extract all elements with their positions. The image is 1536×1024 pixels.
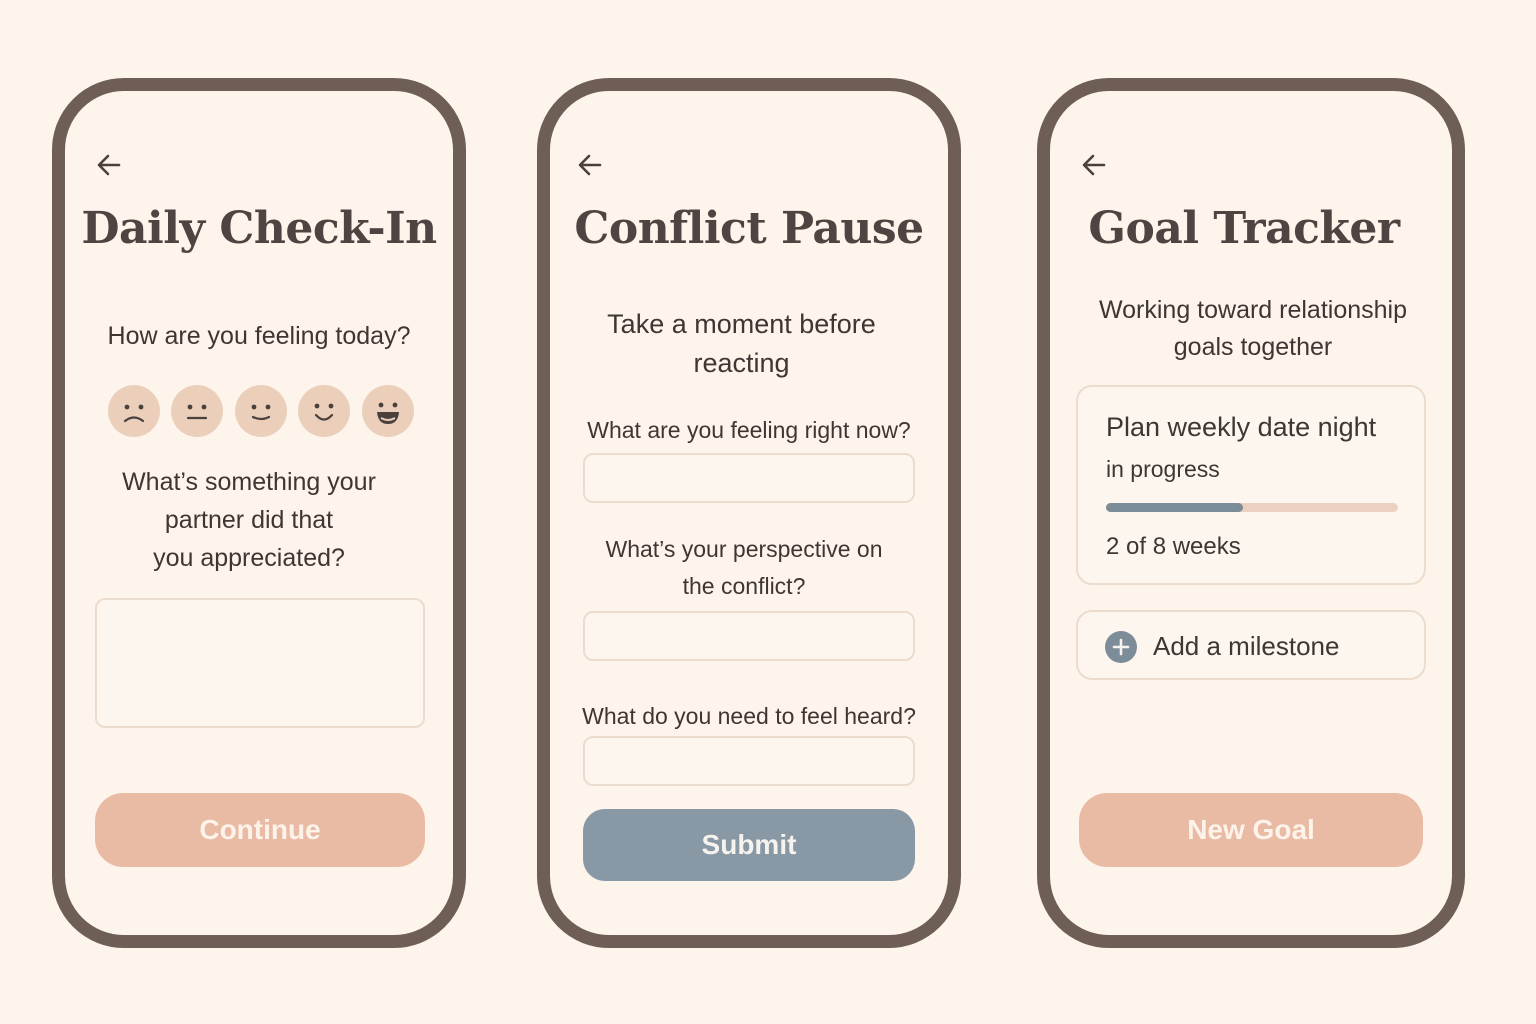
perspective-question-line: the conflict? — [682, 573, 806, 599]
appreciation-question-line: you appreciated? — [153, 544, 345, 572]
goal-status: in progress — [1106, 456, 1220, 482]
phone-goal-tracker: Goal Tracker Working toward relationship… — [1037, 78, 1465, 948]
page-subtitle: Take a moment before reacting — [535, 305, 948, 383]
add-milestone-label: Add a milestone — [1153, 631, 1340, 661]
add-milestone-button[interactable]: Add a milestone — [1076, 610, 1426, 680]
subtitle-line: goals together — [1173, 333, 1333, 361]
page-subtitle: Working toward relationship goals togeth… — [1054, 292, 1452, 366]
progress-fill — [1106, 503, 1244, 512]
need-input[interactable] — [583, 736, 915, 786]
progress-bar — [1106, 503, 1398, 512]
submit-button[interactable]: Submit — [583, 809, 915, 881]
appreciation-textarea[interactable] — [95, 598, 425, 728]
mood-selector — [108, 385, 428, 437]
happy-face-icon[interactable] — [362, 385, 414, 437]
arrow-left-icon[interactable] — [93, 149, 125, 181]
page-title: Goal Tracker — [1088, 203, 1400, 254]
smile-face-icon[interactable] — [298, 385, 350, 437]
appreciation-question-line: partner did that — [164, 506, 334, 534]
continue-button[interactable]: Continue — [95, 793, 425, 867]
appreciation-question: What’s something your partner did that y… — [45, 463, 453, 577]
perspective-question-line: What’s your perspective on — [605, 536, 883, 562]
arrow-left-icon[interactable] — [1078, 149, 1110, 181]
appreciation-question-line: What’s something your — [122, 468, 376, 496]
phone-daily-checkin: Daily Check-In How are you feeling today… — [52, 78, 466, 948]
progress-text: 2 of 8 weeks — [1106, 533, 1241, 560]
arrow-left-icon[interactable] — [574, 149, 606, 181]
page-title: Conflict Pause — [574, 203, 924, 254]
neutral-face-icon[interactable] — [171, 385, 223, 437]
feeling-question: What are you feeling right now? — [587, 417, 911, 443]
perspective-question: What’s your perspective on the conflict? — [540, 531, 948, 605]
perspective-input[interactable] — [583, 611, 915, 661]
subtitle-line: Working toward relationship — [1098, 296, 1408, 324]
phone-conflict-pause: Conflict Pause Take a moment before reac… — [537, 78, 961, 948]
need-question: What do you need to feel heard? — [582, 703, 916, 729]
subtitle-line: reacting — [693, 348, 790, 378]
goal-name: Plan weekly date night — [1106, 412, 1377, 442]
slight-smile-face-icon[interactable] — [235, 385, 287, 437]
plus-circle-icon — [1105, 631, 1137, 663]
subtitle-line: Take a moment before — [607, 309, 876, 339]
very-sad-face-icon[interactable] — [108, 385, 160, 437]
mood-question: How are you feeling today? — [107, 322, 411, 350]
new-goal-button[interactable]: New Goal — [1079, 793, 1423, 867]
page-title: Daily Check-In — [81, 203, 437, 254]
goal-card[interactable]: Plan weekly date night in progress 2 of … — [1076, 385, 1426, 585]
feeling-input[interactable] — [583, 453, 915, 503]
